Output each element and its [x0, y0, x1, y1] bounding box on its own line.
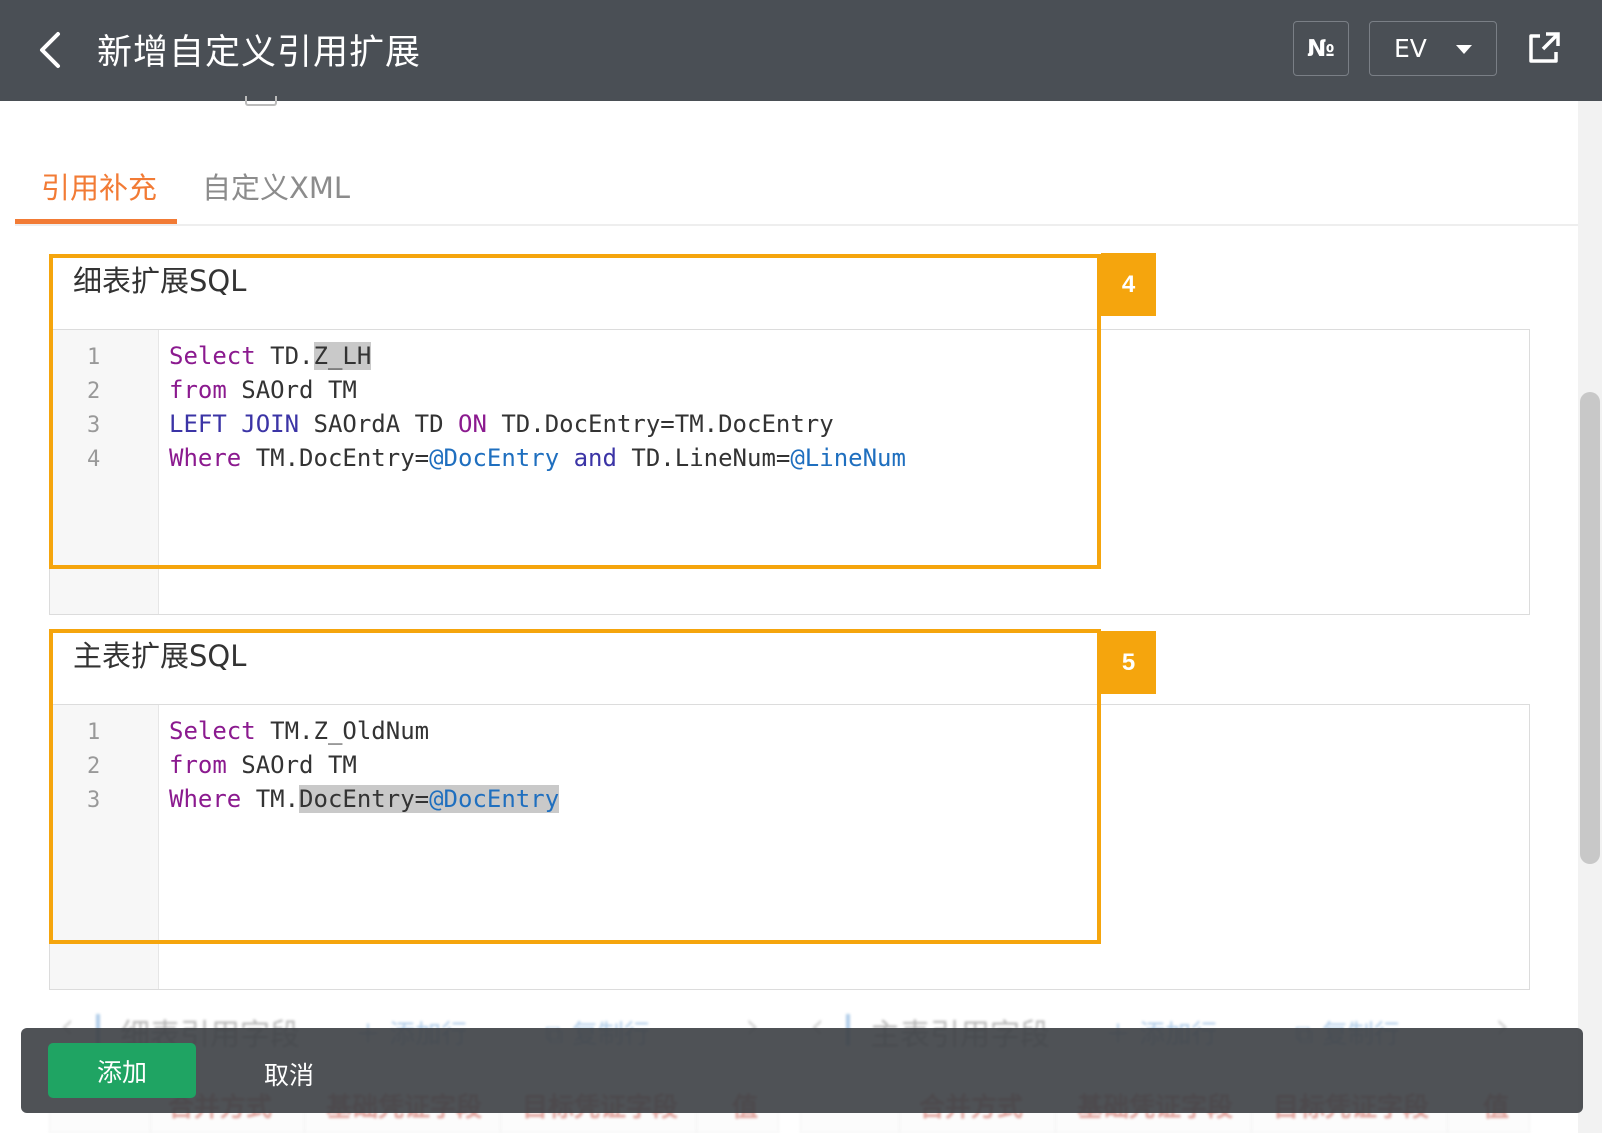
code-token: @LineNum	[790, 444, 906, 472]
code-token: TM.Z_OldNum	[255, 717, 430, 745]
code-line: Select TD.Z_LH	[169, 342, 372, 370]
export-icon[interactable]	[1526, 30, 1562, 66]
code-line: from SAOrd TM	[169, 751, 357, 779]
tab-reference-supplement[interactable]: 引用补充	[41, 165, 157, 207]
number-button[interactable]: №	[1293, 21, 1349, 76]
code-token: ON	[458, 410, 487, 438]
section-marker	[49, 262, 52, 292]
code-token: @DocEntry	[429, 785, 560, 813]
line-number: 3	[87, 788, 101, 813]
section-marker	[49, 637, 52, 667]
code-line: Where TM.DocEntry=@DocEntry	[169, 785, 560, 813]
back-arrow-icon[interactable]	[36, 30, 66, 70]
code-token: SAOrdA TD	[299, 410, 458, 438]
line-number-gutter: 1 2 3	[50, 705, 159, 989]
code-token: Select	[169, 717, 256, 745]
code-token: TD.	[255, 342, 314, 370]
code-token: SAOrd TM	[226, 376, 357, 404]
page-title: 新增自定义引用扩展	[97, 33, 422, 73]
code-token: Z_LH	[313, 342, 372, 370]
detail-sql-title: 细表扩展SQL	[73, 264, 247, 298]
ev-dropdown-label: EV	[1394, 34, 1427, 63]
detail-sql-editor[interactable]: 1 2 3 4 Select TD.Z_LH from SAOrd TM LEF…	[49, 329, 1530, 615]
line-number: 1	[87, 345, 101, 370]
code-token: TM.DocEntry=	[241, 444, 430, 472]
action-bar: 添加 取消	[21, 1028, 1583, 1113]
tab-custom-xml[interactable]: 自定义XML	[202, 165, 350, 207]
code-token: SAOrd TM	[226, 751, 357, 779]
line-number: 4	[87, 447, 101, 472]
code-line: from SAOrd TM	[169, 376, 357, 404]
callout-badge-4: 4	[1101, 253, 1156, 316]
ev-dropdown[interactable]: EV	[1369, 21, 1497, 76]
scrollbar-thumb[interactable]	[1580, 392, 1600, 864]
cancel-button[interactable]: 取消	[264, 1056, 314, 1092]
tab-divider	[15, 224, 1579, 226]
line-number: 3	[87, 413, 101, 438]
main-sql-editor[interactable]: 1 2 3 Select TM.Z_OldNum from SAOrd TM W…	[49, 704, 1530, 990]
code-token: Select	[169, 342, 256, 370]
main-sql-title: 主表扩展SQL	[73, 639, 247, 673]
code-line: Select TM.Z_OldNum	[169, 717, 429, 745]
code-line: Where TM.DocEntry=@DocEntry and TD.LineN…	[169, 444, 906, 472]
line-number: 2	[87, 379, 101, 404]
code-token: DocEntry	[299, 785, 415, 813]
line-number: 2	[87, 754, 101, 779]
code-token: TM.	[241, 785, 300, 813]
code-token: Where	[169, 444, 242, 472]
code-token: =	[414, 785, 430, 813]
code-token: TD.LineNum=	[616, 444, 791, 472]
code-token: LEFT JOIN	[169, 410, 300, 438]
line-number: 1	[87, 720, 101, 745]
add-button[interactable]: 添加	[48, 1043, 196, 1098]
code-token: @DocEntry	[429, 444, 560, 472]
app-header: 新增自定义引用扩展 № EV	[0, 0, 1602, 101]
code-line: LEFT JOIN SAOrdA TD ON TD.DocEntry=TM.Do…	[169, 410, 834, 438]
code-token: TD.DocEntry=TM.DocEntry	[486, 410, 834, 438]
hidden-checkbox[interactable]	[245, 96, 277, 106]
line-number-gutter: 1 2 3 4	[50, 330, 159, 614]
code-token: and	[573, 444, 617, 472]
code-token: Where	[169, 785, 242, 813]
code-token: from	[169, 751, 227, 779]
caret-down-icon	[1456, 45, 1472, 54]
callout-badge-5: 5	[1101, 631, 1156, 694]
code-token: from	[169, 376, 227, 404]
